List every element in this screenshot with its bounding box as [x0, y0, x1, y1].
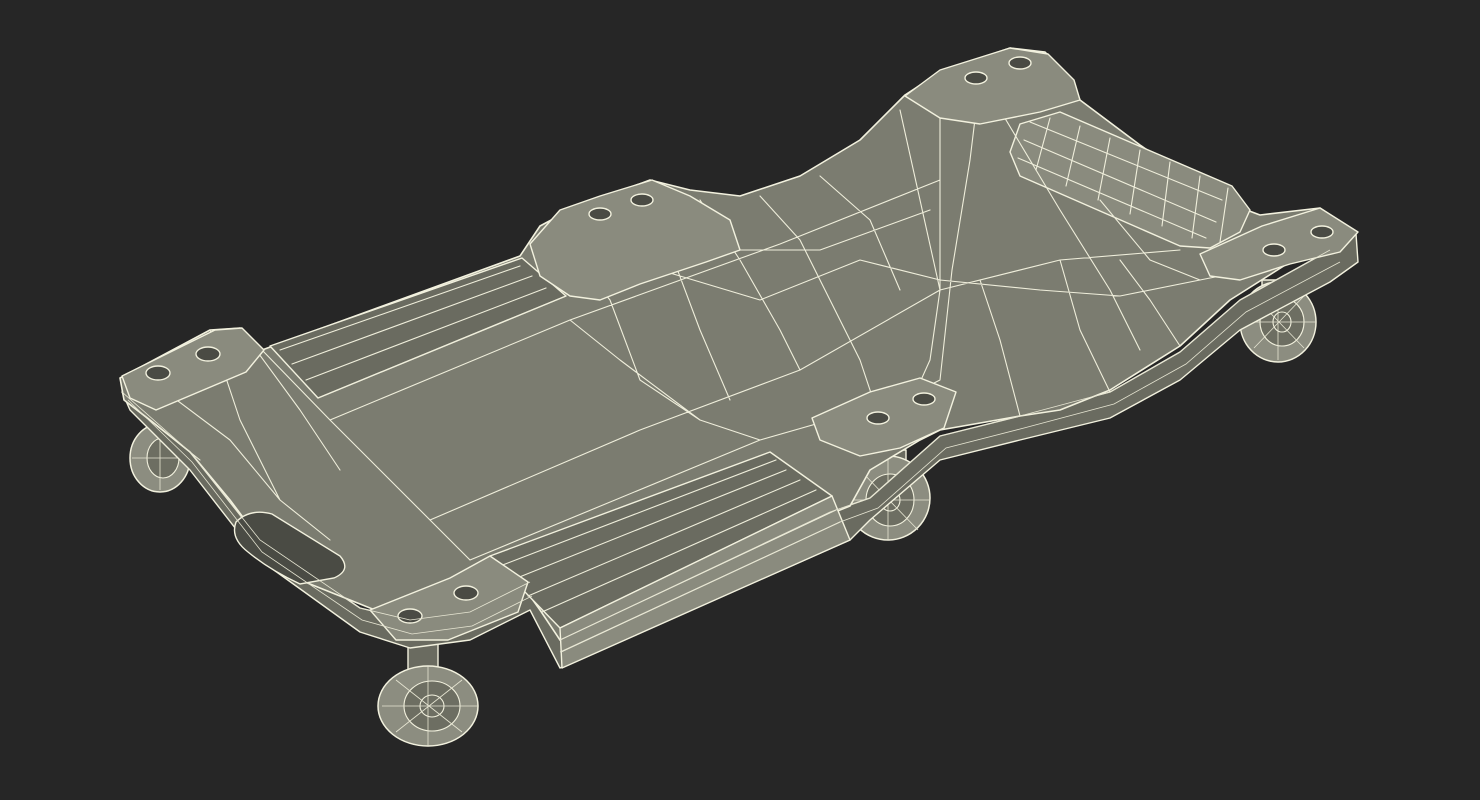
- bolt-hole: [145, 365, 171, 381]
- bolt-hole: [1262, 243, 1286, 257]
- bolt-hole: [630, 193, 654, 207]
- bolt-hole: [195, 346, 221, 362]
- caster-wheel-front-left: [377, 639, 479, 747]
- creeper-body: [119, 47, 1359, 669]
- bolt-hole: [1008, 56, 1032, 70]
- render-viewport: [0, 0, 1480, 800]
- bolt-hole: [964, 71, 988, 85]
- bolt-hole: [912, 392, 936, 406]
- bolt-hole: [588, 207, 612, 221]
- bolt-hole: [866, 411, 890, 425]
- bolt-hole: [397, 608, 423, 624]
- bolt-hole: [453, 585, 479, 601]
- creeper-wireframe-render: [119, 47, 1359, 747]
- bolt-hole: [1310, 225, 1334, 239]
